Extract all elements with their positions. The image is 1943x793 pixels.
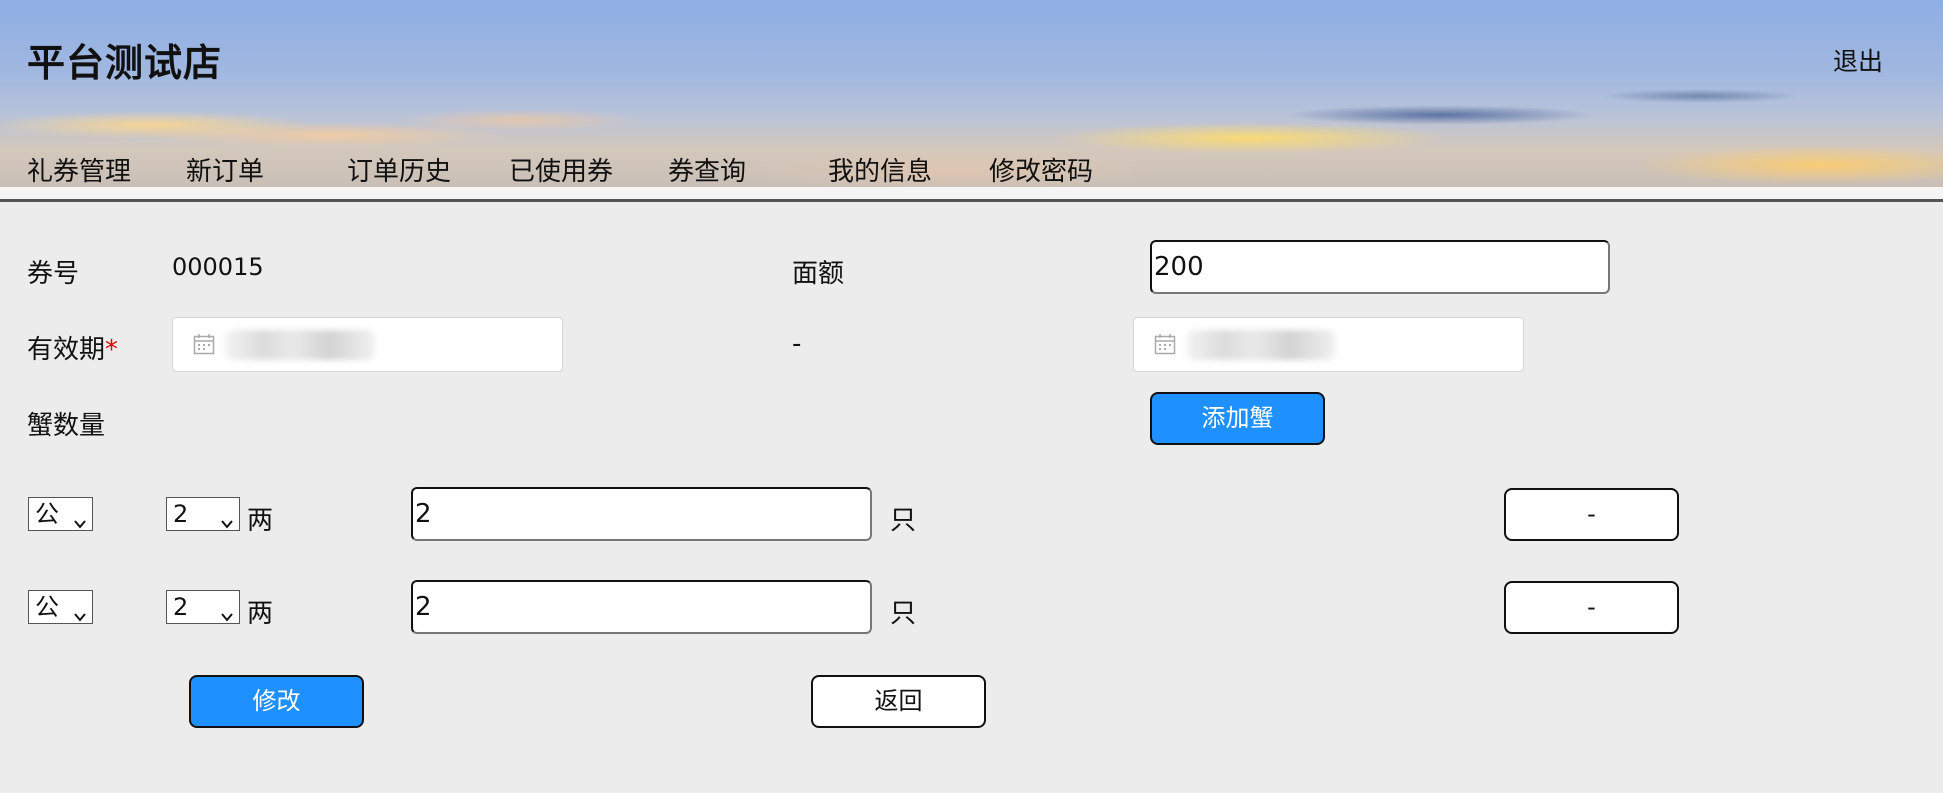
submit-button[interactable]: 修改	[189, 675, 364, 728]
weight-select-value: 2	[173, 593, 189, 621]
validity-label-text: 有效期	[27, 335, 106, 365]
store-title: 平台测试店	[27, 41, 223, 85]
header-divider	[0, 199, 1943, 202]
weight-unit: 两	[247, 506, 274, 536]
end-date-input[interactable]	[1133, 317, 1524, 372]
weight-select[interactable]: 2	[166, 497, 240, 531]
nav-voucher-management[interactable]: 礼券管理	[27, 151, 131, 188]
nav-change-password[interactable]: 修改密码	[989, 151, 1093, 188]
count-unit: 只	[890, 506, 917, 536]
weight-unit: 两	[247, 599, 274, 629]
crab-quantity-label: 蟹数量	[27, 411, 106, 441]
chevron-down-icon	[220, 507, 234, 539]
validity-label: 有效期*	[27, 329, 118, 366]
calendar-icon	[193, 333, 215, 359]
redacted-date	[1186, 330, 1336, 360]
nav-order-history[interactable]: 订单历史	[347, 151, 451, 188]
add-crab-button[interactable]: 添加蟹	[1150, 392, 1325, 445]
calendar-icon	[1154, 333, 1176, 359]
weight-select[interactable]: 2	[166, 590, 240, 624]
voucher-number-value: 000015	[172, 253, 264, 281]
weight-select-value: 2	[173, 500, 189, 528]
date-range-separator: -	[792, 329, 802, 359]
gender-select[interactable]: 公	[28, 497, 93, 531]
crab-count-input[interactable]	[411, 487, 872, 541]
nav-my-info[interactable]: 我的信息	[828, 151, 932, 188]
required-mark: *	[105, 335, 119, 365]
gender-select-value: 公	[35, 500, 59, 528]
nav-used-vouchers[interactable]: 已使用券	[509, 151, 613, 188]
redacted-date	[225, 330, 375, 360]
nav-voucher-query[interactable]: 券查询	[668, 151, 746, 188]
voucher-number-label: 券号	[27, 259, 80, 289]
nav-new-order[interactable]: 新订单	[186, 151, 264, 188]
chevron-down-icon	[73, 507, 87, 539]
logout-link[interactable]: 退出	[1833, 42, 1883, 78]
back-button[interactable]: 返回	[811, 675, 986, 728]
remove-crab-button[interactable]: -	[1504, 581, 1679, 634]
chevron-down-icon	[73, 600, 87, 632]
face-value-input[interactable]	[1150, 240, 1610, 294]
start-date-input[interactable]	[172, 317, 563, 372]
header-banner	[0, 0, 1943, 187]
gender-select-value: 公	[35, 593, 59, 621]
gender-select[interactable]: 公	[28, 590, 93, 624]
face-value-label: 面额	[792, 259, 845, 289]
count-unit: 只	[890, 599, 917, 629]
remove-crab-button[interactable]: -	[1504, 488, 1679, 541]
crab-count-input[interactable]	[411, 580, 872, 634]
chevron-down-icon	[220, 600, 234, 632]
